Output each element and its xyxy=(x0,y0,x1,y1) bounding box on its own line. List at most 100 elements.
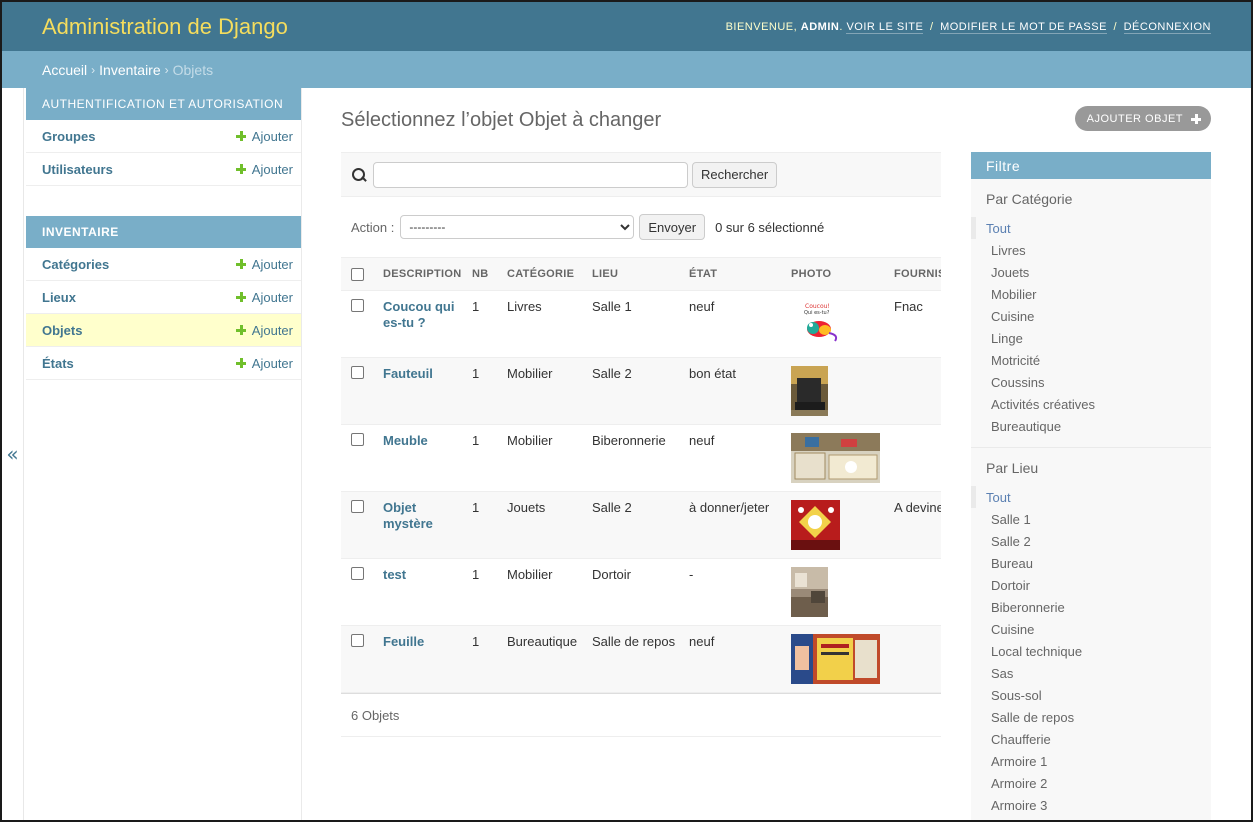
furniture-thumbnail xyxy=(791,433,880,483)
action-select[interactable]: --------- xyxy=(400,215,635,239)
site-header: Administration de Django Bienvenue, admi… xyxy=(2,2,1251,51)
filter-option[interactable]: Armoire 3 xyxy=(971,794,1211,816)
column-header-categorie[interactable]: Catégorie xyxy=(502,257,587,291)
plus-icon xyxy=(235,358,246,368)
column-header-fournisseur[interactable]: Fournis xyxy=(889,257,941,291)
filter-option[interactable]: Bureau xyxy=(971,552,1211,574)
cell-fournisseur xyxy=(889,625,941,693)
cell-lieu: Salle 2 xyxy=(587,491,684,559)
cell-lieu: Salle 1 xyxy=(587,290,684,358)
filter-option[interactable]: Coussins xyxy=(971,371,1211,393)
row-checkbox[interactable] xyxy=(351,433,364,446)
add-etat-link[interactable]: Ajouter xyxy=(235,356,293,371)
filter-option[interactable]: Linge xyxy=(971,327,1211,349)
row-link[interactable]: Fauteuil xyxy=(383,366,462,382)
cell-etat: - xyxy=(684,558,786,626)
svg-text:Qui es-tu?: Qui es-tu? xyxy=(804,310,830,316)
filter-option[interactable]: Tout xyxy=(971,486,1211,508)
cell-categorie: Jouets xyxy=(502,491,587,559)
filter-option[interactable]: Cuisine xyxy=(971,305,1211,327)
column-header-description[interactable]: Description xyxy=(378,257,467,291)
breadcrumb-app[interactable]: Inventaire xyxy=(99,62,160,78)
select-all-checkbox[interactable] xyxy=(351,267,364,281)
add-category-link[interactable]: Ajouter xyxy=(235,257,293,272)
sidebar-item-label[interactable]: Catégories xyxy=(42,257,109,272)
add-objet-link[interactable]: Ajouter xyxy=(235,323,293,338)
column-header-etat[interactable]: État xyxy=(684,257,786,291)
table-row: Objet mystère 1 Jouets Salle 2 à donner/… xyxy=(341,491,941,559)
sidebar-item-label[interactable]: Groupes xyxy=(42,129,95,144)
row-checkbox[interactable] xyxy=(351,500,364,513)
result-list: Description Nb Catégorie Lieu État Photo… xyxy=(341,257,941,693)
object-tools: Ajouter objet xyxy=(1074,106,1211,131)
module-caption[interactable]: Authentification et autorisation xyxy=(26,88,301,120)
row-link[interactable]: Feuille xyxy=(383,634,462,650)
filter-option[interactable]: Sous-sol xyxy=(971,684,1211,706)
search-input[interactable] xyxy=(373,161,688,188)
filter-option[interactable]: Activités créatives xyxy=(971,393,1211,415)
selection-counter: 0 sur 6 sélectionné xyxy=(715,219,825,235)
filter-option[interactable]: Livres xyxy=(971,239,1211,261)
cell-fournisseur xyxy=(889,424,941,492)
site-branding[interactable]: Administration de Django xyxy=(42,14,288,40)
sidebar-item-label[interactable]: États xyxy=(42,356,74,371)
filter-option[interactable]: Local technique xyxy=(971,640,1211,662)
paper-thumbnail xyxy=(791,634,880,684)
filter-option[interactable]: Salle 1 xyxy=(971,508,1211,530)
sidebar-item-etats: États Ajouter xyxy=(26,347,301,380)
content: Sélectionnez l’objet Objet à changer Ajo… xyxy=(341,88,1211,820)
filter-option[interactable]: Mobilier xyxy=(971,283,1211,305)
row-link[interactable]: test xyxy=(383,567,462,583)
breadcrumb-current: Objets xyxy=(172,61,214,78)
filter-option[interactable]: Tout xyxy=(971,217,1211,239)
breadcrumb: Accueil › Inventaire › Objets xyxy=(2,51,1251,88)
cell-nb: 1 xyxy=(467,491,502,559)
filter-group-title: Par Lieu xyxy=(986,460,1039,476)
room-thumbnail xyxy=(791,567,828,617)
filter-option[interactable]: Bureautique xyxy=(971,415,1211,437)
row-link[interactable]: Meuble xyxy=(383,433,462,449)
view-site-link[interactable]: Voir le site xyxy=(846,20,924,34)
search-button[interactable]: Rechercher xyxy=(692,161,778,188)
filter-option[interactable]: Biberonnerie xyxy=(971,596,1211,618)
cell-etat: neuf xyxy=(684,424,786,492)
filter-option[interactable]: Armoire 2 xyxy=(971,772,1211,794)
cell-nb: 1 xyxy=(467,290,502,358)
row-checkbox[interactable] xyxy=(351,366,364,379)
add-user-link[interactable]: Ajouter xyxy=(235,162,293,177)
row-link[interactable]: Objet mystère xyxy=(383,500,462,532)
go-button[interactable]: Envoyer xyxy=(639,214,706,240)
filter-option[interactable]: Chaufferie xyxy=(971,728,1211,750)
add-group-link[interactable]: Ajouter xyxy=(235,129,293,144)
filter-option[interactable]: Salle 2 xyxy=(971,530,1211,552)
column-header-photo[interactable]: Photo xyxy=(786,257,889,291)
row-link[interactable]: Coucou qui es-tu ? xyxy=(383,299,462,331)
filter-option[interactable]: Motricité xyxy=(971,349,1211,371)
add-objet-button[interactable]: Ajouter objet xyxy=(1074,106,1211,131)
module-caption[interactable]: Inventaire xyxy=(26,216,301,248)
column-header-nb[interactable]: Nb xyxy=(467,257,502,291)
sidebar-item-label[interactable]: Lieux xyxy=(42,290,76,305)
sidebar-item-lieux: Lieux Ajouter xyxy=(26,281,301,314)
filter-option[interactable]: Dortoir xyxy=(971,574,1211,596)
filter-option[interactable]: Sas xyxy=(971,662,1211,684)
filter-option[interactable]: Salle de repos xyxy=(971,706,1211,728)
sidebar-item-label[interactable]: Objets xyxy=(42,323,82,338)
sidebar-item-label[interactable]: Utilisateurs xyxy=(42,162,113,177)
filter-option[interactable]: Armoire 1 xyxy=(971,750,1211,772)
logout-link[interactable]: Déconnexion xyxy=(1123,20,1211,34)
row-checkbox[interactable] xyxy=(351,299,364,312)
row-checkbox[interactable] xyxy=(351,567,364,580)
filter-option[interactable]: Cuisine xyxy=(971,618,1211,640)
cell-nb: 1 xyxy=(467,625,502,693)
column-header-lieu[interactable]: Lieu xyxy=(587,257,684,291)
breadcrumb-home[interactable]: Accueil xyxy=(42,62,87,78)
filter-option[interactable]: Jouets xyxy=(971,261,1211,283)
cell-nb: 1 xyxy=(467,558,502,626)
toggle-sidebar-button[interactable]: « xyxy=(2,88,24,820)
add-lieu-link[interactable]: Ajouter xyxy=(235,290,293,305)
change-password-link[interactable]: Modifier le mot de passe xyxy=(940,20,1107,34)
cell-fournisseur: Fnac xyxy=(889,290,941,358)
cell-nb: 1 xyxy=(467,424,502,492)
row-checkbox[interactable] xyxy=(351,634,364,647)
